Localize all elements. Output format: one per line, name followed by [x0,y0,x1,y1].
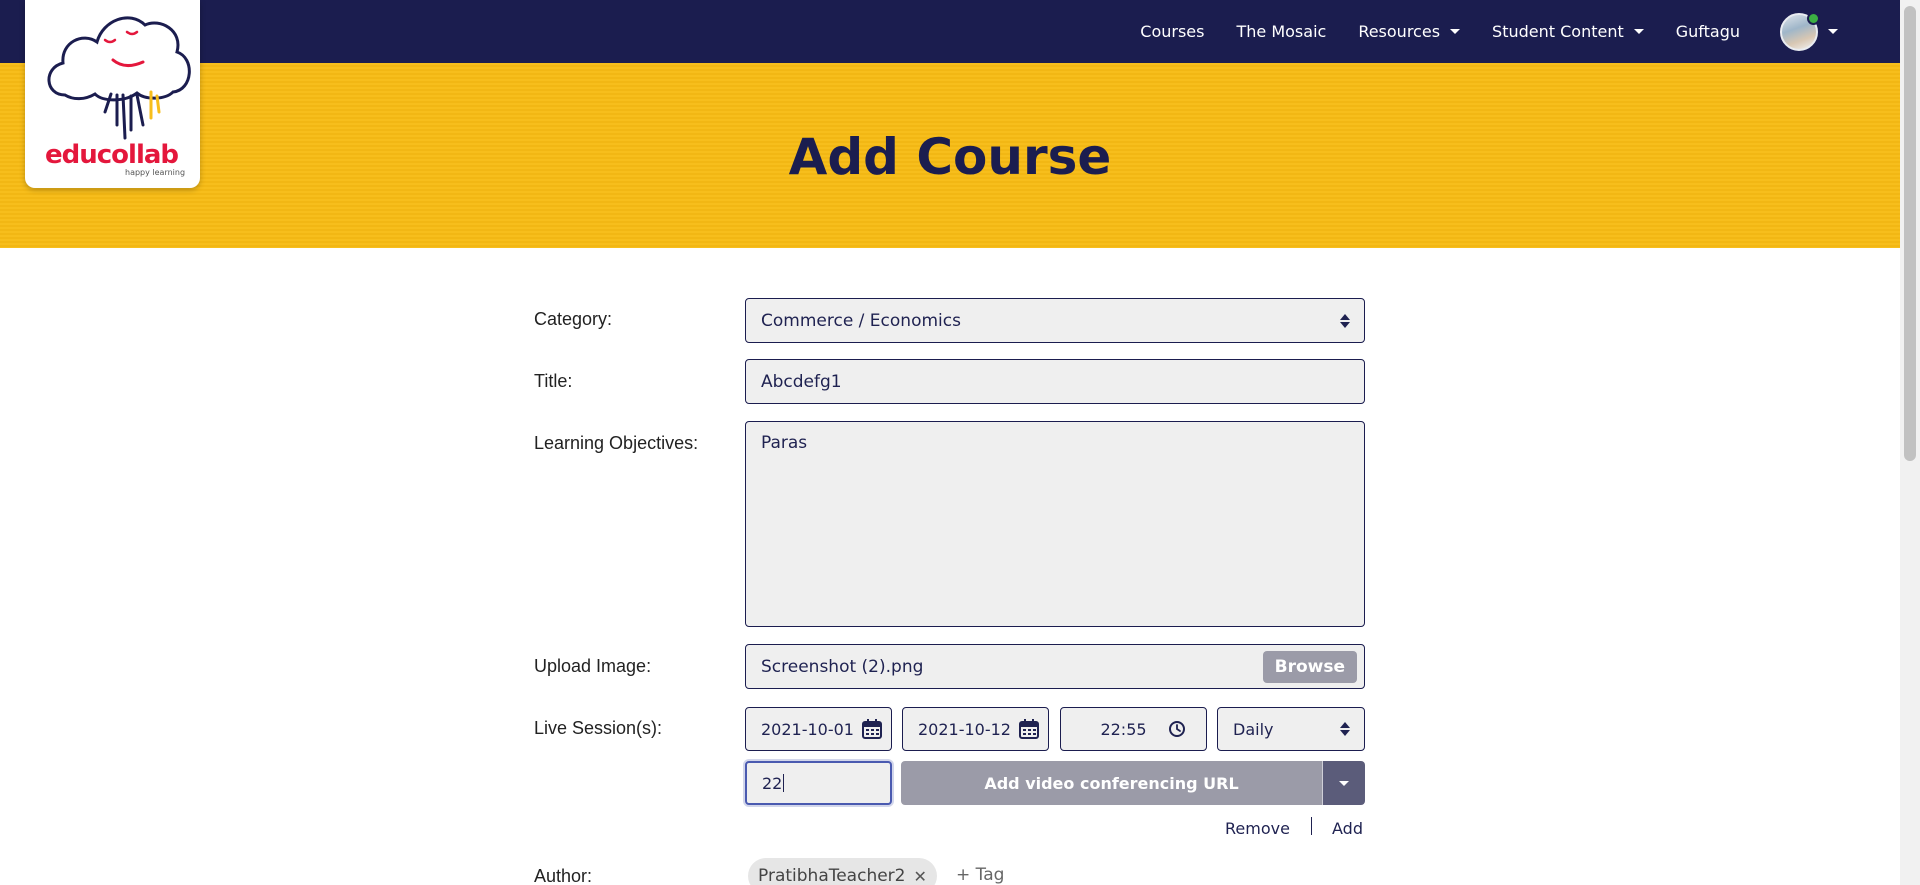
caret-down-icon [1828,29,1838,34]
author-tag-label: PratibhaTeacher2 [758,866,906,885]
text-cursor [783,774,785,792]
clock-icon[interactable] [1168,720,1186,738]
nav-guftagu[interactable]: Guftagu [1676,22,1740,41]
caret-down-icon [1633,29,1644,34]
select-arrows-icon [1340,313,1350,329]
caret-down-icon [1339,780,1349,786]
online-status-dot [1807,11,1820,25]
duration-value: 22 [762,773,783,793]
brand-tagline: happy learning [125,168,186,177]
add-video-conferencing-url-button[interactable]: Add video conferencing URL [901,761,1322,805]
learning-objectives-label: Learning Objectives: [534,433,699,453]
link-separator [1311,817,1312,835]
title-label: Title: [534,371,573,391]
brand-wordmark: educollab [45,140,179,170]
frequency-value: Daily [1233,719,1274,739]
calendar-icon[interactable] [1018,718,1040,740]
session-time-input[interactable]: 22:55 [1060,707,1207,751]
nav-resources-label: Resources [1358,22,1441,41]
nav-resources-dropdown[interactable]: Resources [1358,22,1461,41]
calendar-icon[interactable] [861,718,883,740]
nav-the-mosaic-label: The Mosaic [1236,22,1327,41]
end-date-input[interactable]: 2021-10-12 [902,707,1049,751]
top-navbar: Courses The Mosaic Resources Student Con… [0,0,1900,63]
learning-objectives-value: Paras [761,433,808,453]
session-time-value: 22:55 [1100,719,1147,739]
category-value: Commerce / Economics [761,310,961,331]
upload-filename: Screenshot (2).png [761,656,924,677]
nav-courses-label: Courses [1140,22,1205,41]
upload-image-file-input[interactable]: Screenshot (2).png Browse [745,644,1365,689]
end-date-value: 2021-10-12 [918,719,1011,739]
category-label: Category: [534,309,613,329]
nav-courses[interactable]: Courses [1140,22,1204,41]
user-menu-dropdown[interactable] [1780,11,1838,51]
frequency-select[interactable]: Daily [1217,707,1365,751]
title-value: Abcdefg1 [761,371,842,392]
learning-objectives-textarea[interactable]: Paras [745,421,1365,627]
vertical-scrollbar[interactable] [1900,0,1920,885]
page-title: Add Course [788,128,1112,186]
start-date-input[interactable]: 2021-10-01 [745,707,892,751]
caret-down-icon [1450,29,1461,34]
nav-guftagu-label: Guftagu [1675,22,1740,41]
remove-tag-icon[interactable]: ✕ [914,867,927,885]
category-select[interactable]: Commerce / Economics [745,298,1365,343]
remove-session-link[interactable]: Remove [1225,819,1290,838]
author-label: Author: [534,866,593,885]
logo[interactable]: educollab happy learning [25,0,200,188]
avatar [1780,11,1820,51]
duration-input[interactable]: 22 [745,761,892,805]
nav-student-content-label: Student Content [1492,22,1624,41]
start-date-value: 2021-10-01 [761,719,854,739]
author-tag-chip: PratibhaTeacher2 ✕ [748,858,937,885]
video-conferencing-dropdown-toggle[interactable] [1322,761,1365,805]
add-session-link[interactable]: Add [1332,819,1363,838]
nav-student-content-dropdown[interactable]: Student Content [1492,22,1644,41]
scrollbar-thumb[interactable] [1904,6,1916,461]
title-input[interactable]: Abcdefg1 [745,359,1365,404]
upload-image-label: Upload Image: [534,656,652,676]
nav-menu: Courses The Mosaic Resources Student Con… [1108,0,1838,63]
select-arrows-icon [1340,721,1350,737]
browse-button[interactable]: Browse [1262,651,1357,683]
add-tag-input[interactable]: + Tag [956,865,1004,885]
live-sessions-label: Live Session(s): [534,718,663,738]
nav-the-mosaic[interactable]: The Mosaic [1236,22,1326,41]
